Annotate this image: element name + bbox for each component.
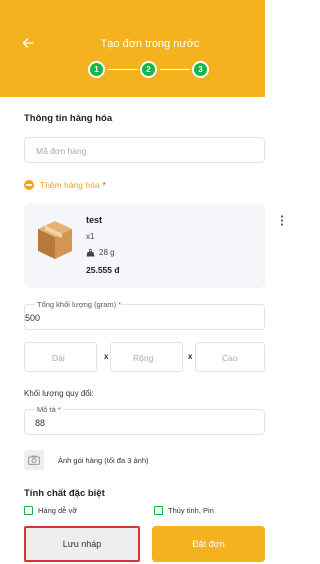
total-weight-label-text: Tổng khối lượng (gram) [37, 300, 117, 309]
step-2: 2 [140, 61, 157, 78]
checkbox-icon [154, 506, 163, 515]
step-indicator: 1 2 3 [88, 61, 209, 79]
height-input[interactable]: Cao [195, 342, 265, 372]
order-code-placeholder: Mã đơn hàng [36, 146, 87, 156]
required-mark: * [57, 405, 61, 414]
description-label: Mô tả * [35, 405, 63, 414]
place-order-button[interactable]: Đặt đơn [152, 526, 265, 562]
step-1-number: 1 [90, 63, 103, 76]
weight-icon [86, 248, 95, 257]
height-placeholder: Cao [222, 353, 238, 363]
step-1: 1 [88, 61, 105, 78]
save-draft-label: Lưu nháp [62, 539, 102, 549]
product-quantity: x1 [86, 232, 95, 241]
footer-bar: Lưu nháp Đặt đơn [0, 518, 265, 564]
converted-weight-label: Khối lượng quy đổi: [24, 389, 94, 398]
fragile-label: Hàng dễ vỡ [38, 506, 78, 515]
checkbox-icon [24, 506, 33, 515]
arrow-left-icon[interactable] [22, 37, 34, 51]
header-bar: Tạo đơn trong nước 1 2 3 [0, 0, 265, 97]
place-order-label: Đặt đơn [192, 539, 225, 549]
add-goods-label: Thêm hàng hóa [40, 180, 100, 190]
required-mark: * [118, 300, 122, 309]
total-weight-label: Tổng khối lượng (gram) * [35, 300, 124, 309]
step-connector [160, 69, 190, 70]
total-weight-value: 500 [25, 313, 41, 323]
step-3: 3 [192, 61, 209, 78]
dimension-separator: x [104, 352, 109, 361]
package-photo-upload[interactable]: Ảnh gói hàng (tối đa 3 ảnh) [24, 450, 148, 470]
save-draft-button[interactable]: Lưu nháp [24, 526, 140, 562]
total-weight-field[interactable]: Tổng khối lượng (gram) * 500 [24, 300, 265, 330]
special-properties-title: Tính chất đặc biệt [24, 488, 105, 499]
required-mark: * [102, 180, 106, 190]
description-value: 88 [35, 418, 46, 428]
package-photo-label: Ảnh gói hàng (tối đa 3 ảnh) [58, 455, 149, 465]
length-placeholder: Dài [52, 353, 65, 363]
dimension-separator: x [188, 352, 193, 361]
box-icon [36, 219, 74, 261]
product-card[interactable]: test x1 28 g 25.555 đ [24, 203, 284, 288]
goods-info-title: Thông tin hàng hóa [24, 113, 113, 124]
product-weight-value: 28 g [99, 248, 115, 257]
width-input[interactable]: Rộng [110, 342, 183, 372]
step-connector [108, 69, 138, 70]
description-label-text: Mô tả [37, 405, 56, 414]
fragile-checkbox[interactable]: Hàng dễ vỡ [24, 506, 77, 515]
step-2-number: 2 [142, 63, 155, 76]
add-circle-icon [24, 180, 34, 190]
order-code-input[interactable]: Mã đơn hàng [24, 137, 265, 163]
product-name: test [86, 215, 103, 225]
page-title: Tạo đơn trong nước [100, 38, 200, 50]
more-vertical-icon[interactable] [280, 215, 284, 229]
length-input[interactable]: Dài [24, 342, 97, 372]
product-price: 25.555 đ [86, 265, 120, 275]
add-goods-button[interactable]: Thêm hàng hóa * [24, 180, 106, 190]
product-weight: 28 g [86, 248, 115, 257]
step-3-number: 3 [194, 63, 207, 76]
camera-icon[interactable] [24, 450, 44, 470]
glass-battery-label: Thủy tinh, Pin [168, 506, 214, 515]
glass-battery-checkbox[interactable]: Thủy tinh, Pin [154, 506, 214, 515]
width-placeholder: Rộng [133, 353, 154, 363]
description-field[interactable]: Mô tả * 88 [24, 405, 265, 435]
